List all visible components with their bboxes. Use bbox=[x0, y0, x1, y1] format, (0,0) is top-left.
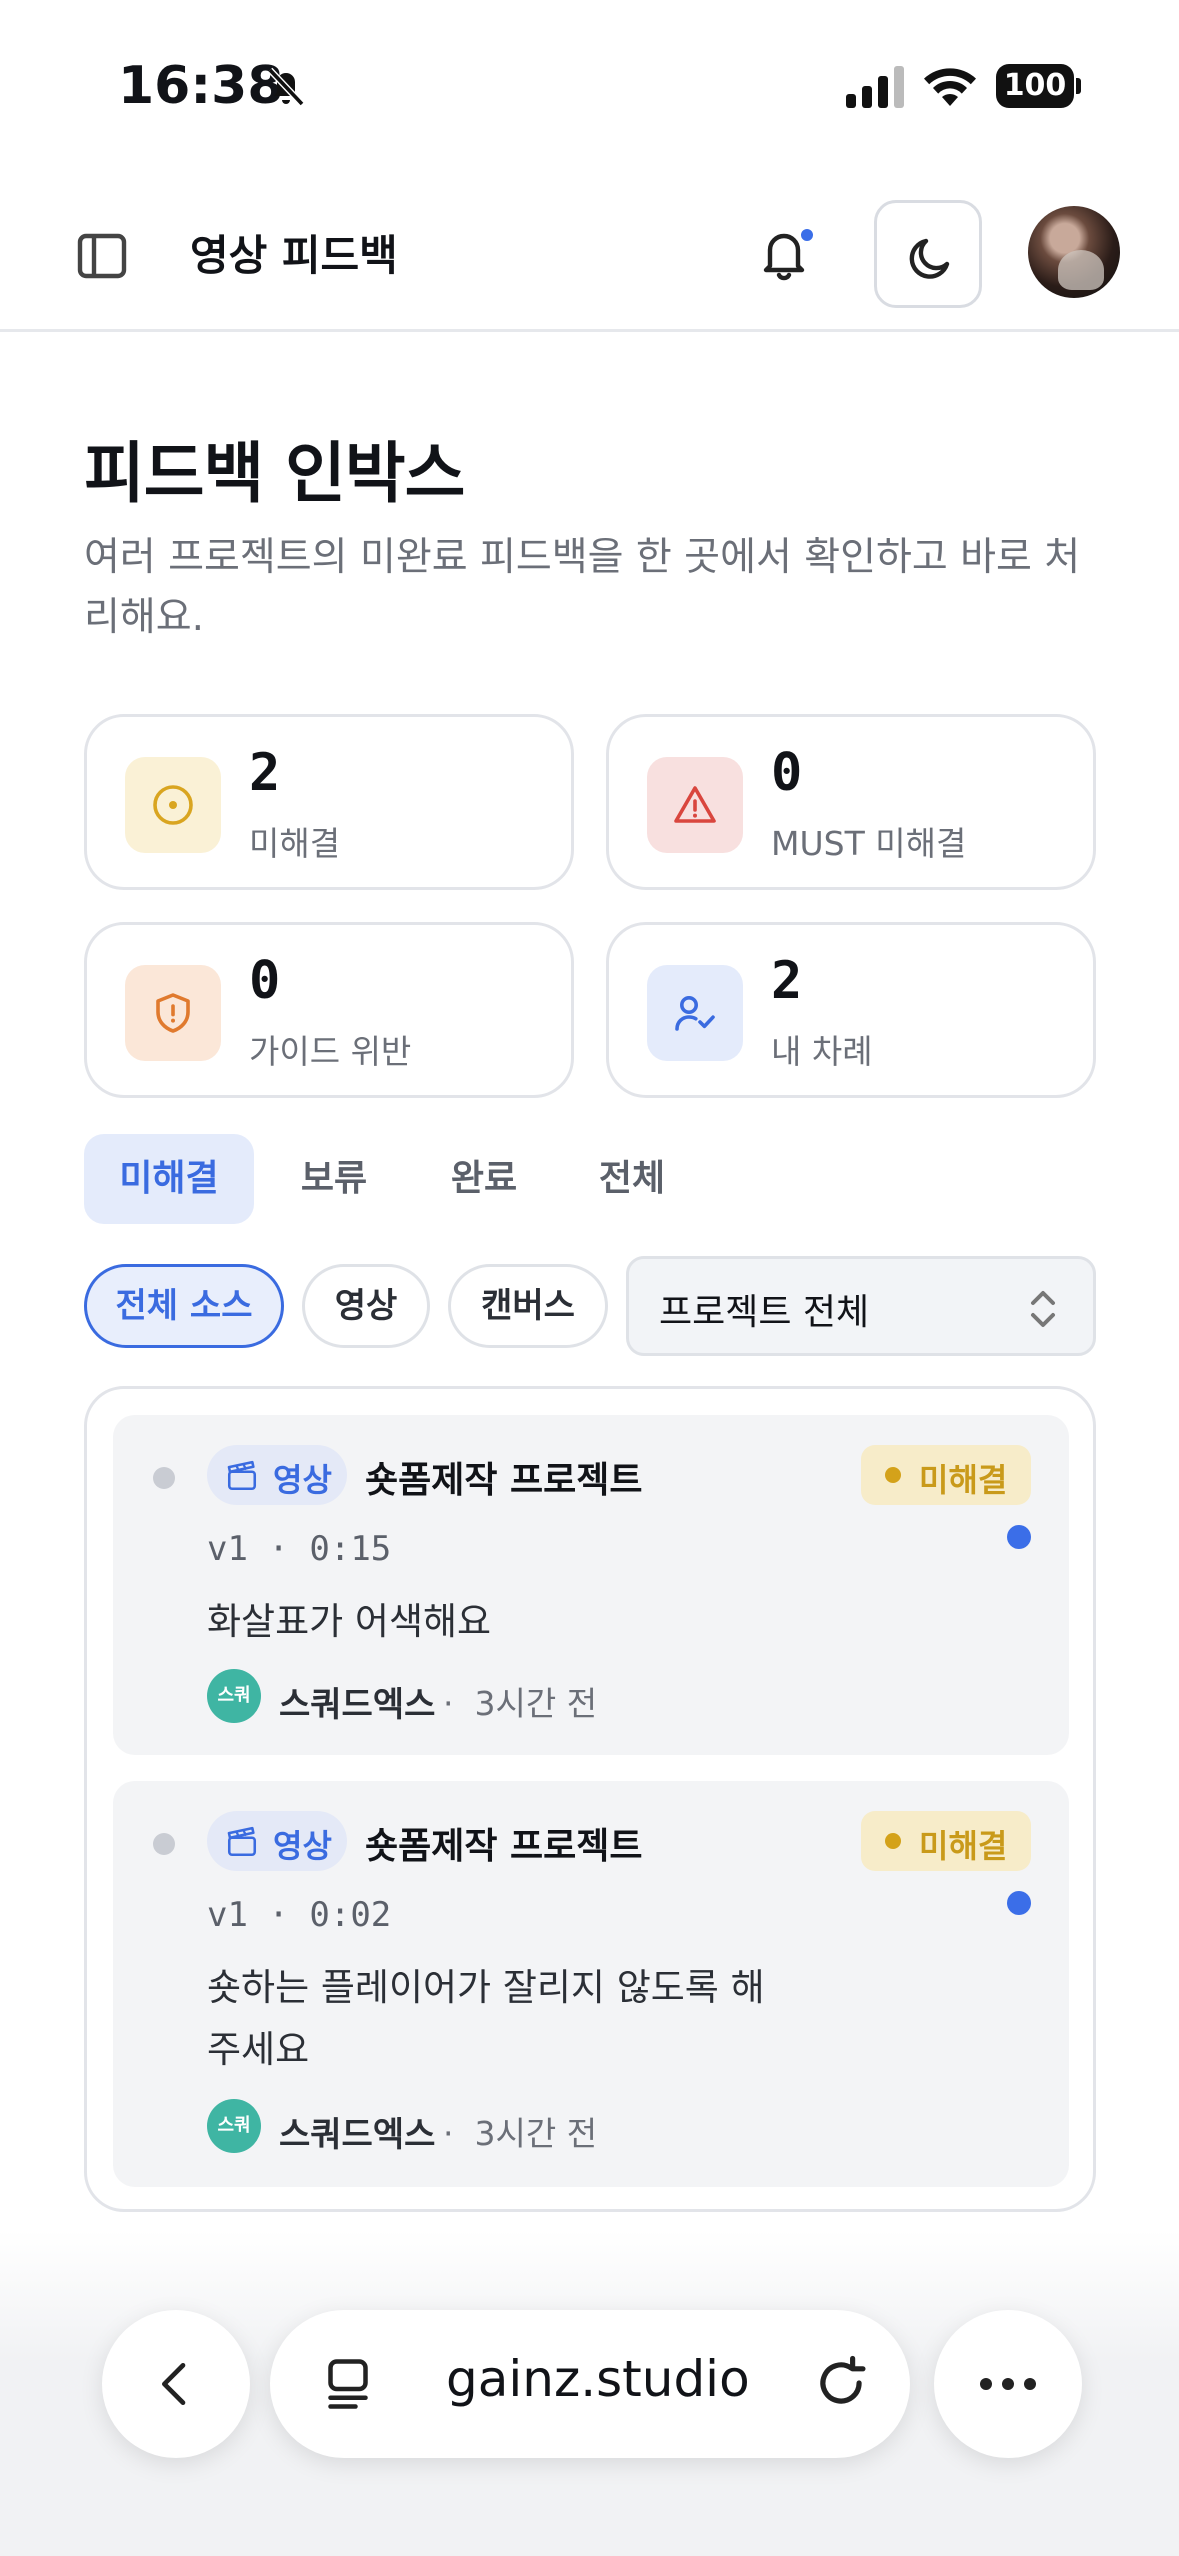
source-label: 영상 bbox=[273, 1827, 332, 1865]
item-project-name: 숏폼제작 프로젝트 bbox=[365, 1460, 643, 1501]
item-timecode: 0:02 bbox=[309, 1895, 392, 1935]
battery-level: 100 bbox=[996, 64, 1074, 108]
chevron-up-down-icon bbox=[1031, 1291, 1055, 1327]
stat-value: 2 bbox=[249, 743, 281, 803]
app-header: 영상 피드백 bbox=[0, 200, 1179, 332]
status-badge: 미해결 bbox=[861, 1445, 1031, 1505]
stat-card-must-unresolved[interactable]: 0 MUST 미해결 bbox=[606, 714, 1096, 890]
feedback-item[interactable]: 영상 숏폼제작 프로젝트 미해결 v1 · 0:15 화살표가 어색해요 스쿼 … bbox=[113, 1415, 1069, 1755]
clapperboard-icon bbox=[227, 1826, 257, 1857]
item-timecode: 0:15 bbox=[309, 1529, 392, 1569]
stat-icon-wrap bbox=[125, 965, 221, 1061]
author-name: 스쿼드엑스 bbox=[279, 2115, 436, 2155]
url-text: gainz.studio bbox=[446, 2350, 750, 2408]
author-avatar: 스쿼 bbox=[207, 2099, 261, 2153]
cellular-signal-icon bbox=[846, 66, 904, 108]
stat-icon-wrap bbox=[125, 757, 221, 853]
item-version: v1 bbox=[207, 1895, 248, 1935]
battery-icon: 100 bbox=[996, 64, 1081, 108]
stat-value: 0 bbox=[249, 951, 281, 1011]
time-ago: · 3시간 전 bbox=[443, 2114, 598, 2153]
clapperboard-icon bbox=[227, 1460, 257, 1491]
unread-indicator bbox=[1007, 1891, 1031, 1915]
wifi-icon bbox=[924, 68, 976, 106]
status-label: 미해결 bbox=[919, 1827, 1008, 1865]
stat-label: 가이드 위반 bbox=[249, 1032, 412, 1071]
stat-card-unresolved[interactable]: 2 미해결 bbox=[84, 714, 574, 890]
moon-icon bbox=[909, 238, 950, 279]
notification-dot bbox=[798, 226, 816, 244]
tab-unresolved[interactable]: 미해결 bbox=[84, 1134, 254, 1224]
address-bar[interactable]: gainz.studio bbox=[270, 2310, 910, 2458]
app-title: 영상 피드백 bbox=[190, 231, 398, 280]
stat-card-guide-violation[interactable]: 0 가이드 위반 bbox=[84, 922, 574, 1098]
feedback-item[interactable]: 영상 숏폼제작 프로젝트 미해결 v1 · 0:02 숏하는 플레이어가 잘리지… bbox=[113, 1781, 1069, 2187]
user-check-icon bbox=[675, 996, 715, 1031]
item-comment: 숏하는 플레이어가 잘리지 않도록 해주세요 bbox=[207, 1966, 765, 2071]
select-dot[interactable] bbox=[153, 1833, 175, 1855]
status-badge: 미해결 bbox=[861, 1811, 1031, 1871]
browser-more-button[interactable] bbox=[934, 2310, 1082, 2458]
item-version: v1 bbox=[207, 1529, 248, 1569]
source-label: 영상 bbox=[273, 1461, 332, 1499]
page-description: 여러 프로젝트의 미완료 피드백을 한 곳에서 확인하고 바로 처리해요. bbox=[84, 535, 1081, 640]
project-select[interactable]: 프로젝트 전체 bbox=[626, 1256, 1096, 1356]
item-project-name: 숏폼제작 프로젝트 bbox=[365, 1826, 643, 1867]
project-select-value: 프로젝트 전체 bbox=[659, 1292, 870, 1333]
shield-alert-icon bbox=[156, 993, 190, 1033]
stat-label: MUST 미해결 bbox=[771, 824, 967, 863]
more-dots-icon bbox=[980, 2378, 1036, 2390]
stat-icon-wrap bbox=[647, 965, 743, 1061]
item-meta: v1 · 0:15 bbox=[207, 1529, 392, 1569]
tab-on-hold[interactable]: 보류 bbox=[278, 1134, 390, 1224]
filter-chip-canvas[interactable]: 캔버스 bbox=[448, 1264, 608, 1348]
stat-label: 미해결 bbox=[249, 824, 341, 863]
item-comment: 화살표가 어색해요 bbox=[207, 1600, 492, 1643]
sidebar-toggle-icon[interactable] bbox=[74, 228, 130, 284]
user-avatar[interactable] bbox=[1028, 206, 1120, 298]
page-title: 피드백 인박스 bbox=[84, 435, 465, 512]
tab-all[interactable]: 전체 bbox=[576, 1134, 688, 1224]
stat-card-my-turn[interactable]: 2 내 차례 bbox=[606, 922, 1096, 1098]
time-ago: · 3시간 전 bbox=[443, 1684, 598, 1723]
unread-indicator bbox=[1007, 1525, 1031, 1549]
tab-done[interactable]: 완료 bbox=[428, 1134, 540, 1224]
status-bar: 16:38 100 bbox=[0, 0, 1179, 170]
stat-value: 2 bbox=[771, 951, 803, 1011]
feedback-list: 영상 숏폼제작 프로젝트 미해결 v1 · 0:15 화살표가 어색해요 스쿼 … bbox=[84, 1386, 1096, 2212]
stat-icon-wrap bbox=[647, 757, 743, 853]
author-avatar: 스쿼 bbox=[207, 1669, 261, 1723]
author-name: 스쿼드엑스 bbox=[279, 1685, 436, 1725]
status-time: 16:38 bbox=[118, 56, 284, 116]
stat-value: 0 bbox=[771, 743, 803, 803]
stat-label: 내 차례 bbox=[771, 1032, 873, 1071]
theme-toggle-button[interactable] bbox=[874, 200, 982, 308]
filter-chip-all-sources[interactable]: 전체 소스 bbox=[84, 1264, 284, 1348]
clock-circle-icon bbox=[153, 785, 193, 825]
source-badge: 영상 bbox=[207, 1445, 347, 1505]
item-meta: v1 · 0:02 bbox=[207, 1895, 392, 1935]
status-label: 미해결 bbox=[919, 1461, 1008, 1499]
page: 16:38 100 영상 피드백 피드백 인박스 여러 프로젝트의 미완료 피드… bbox=[0, 0, 1179, 2556]
tabs-icon bbox=[328, 2359, 368, 2409]
browser-back-button[interactable] bbox=[102, 2310, 250, 2458]
bell-off-icon bbox=[267, 67, 305, 107]
chevron-left-icon bbox=[162, 2363, 186, 2405]
source-badge: 영상 bbox=[207, 1811, 347, 1871]
reload-icon[interactable] bbox=[810, 2352, 872, 2414]
select-dot[interactable] bbox=[153, 1467, 175, 1489]
warning-triangle-icon bbox=[674, 786, 716, 823]
filter-chip-video[interactable]: 영상 bbox=[302, 1264, 430, 1348]
